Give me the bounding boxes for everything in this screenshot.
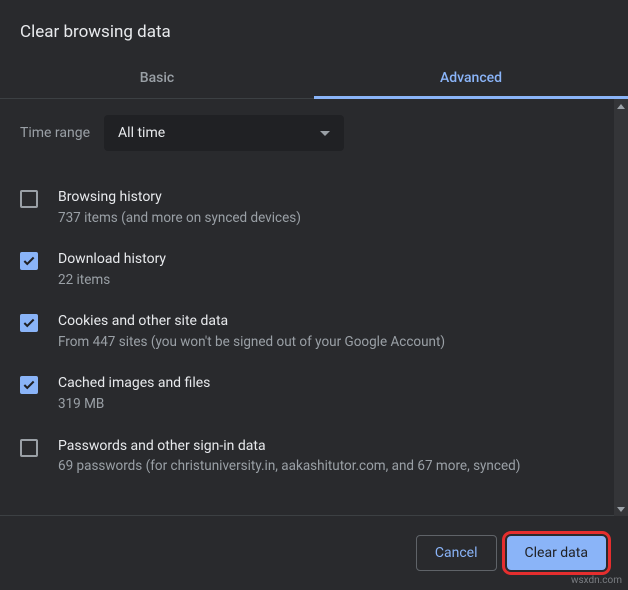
- item-body: Cookies and other site dataFrom 447 site…: [58, 312, 445, 352]
- checkbox[interactable]: [20, 190, 38, 208]
- checkbox[interactable]: [20, 376, 38, 394]
- item-body: Passwords and other sign-in data69 passw…: [58, 437, 520, 477]
- options-scroll-area: Time range All time Browsing history737 …: [0, 99, 614, 516]
- item-subtitle: 69 passwords (for christuniversity.in, a…: [58, 457, 520, 477]
- time-range-row: Time range All time: [20, 115, 602, 151]
- item-body: Cached images and files319 MB: [58, 374, 210, 414]
- time-range-label: Time range: [20, 125, 90, 141]
- tab-advanced[interactable]: Advanced: [314, 56, 628, 98]
- checkbox[interactable]: [20, 314, 38, 332]
- cancel-button[interactable]: Cancel: [416, 535, 497, 571]
- item-subtitle: 22 items: [58, 271, 166, 291]
- clear-data-button[interactable]: Clear data: [507, 536, 606, 570]
- scrollbar[interactable]: [614, 99, 628, 516]
- watermark: wsxdn.com: [571, 575, 622, 586]
- item-subtitle: 737 items (and more on synced devices): [58, 209, 301, 229]
- item-title: Cached images and files: [58, 374, 210, 394]
- tab-bar: Basic Advanced: [0, 56, 628, 99]
- item-title: Cookies and other site data: [58, 312, 445, 332]
- checkbox[interactable]: [20, 439, 38, 457]
- item-title: Download history: [58, 250, 166, 270]
- list-item: Download history22 items: [20, 239, 602, 301]
- item-body: Download history22 items: [58, 250, 166, 290]
- scroll-down-icon[interactable]: [614, 502, 628, 516]
- item-title: Browsing history: [58, 188, 301, 208]
- list-item: Passwords and other sign-in data69 passw…: [20, 426, 602, 488]
- item-subtitle: 319 MB: [58, 395, 210, 415]
- chevron-down-icon: [320, 131, 330, 136]
- item-body: Browsing history737 items (and more on s…: [58, 188, 301, 228]
- item-title: Passwords and other sign-in data: [58, 437, 520, 457]
- tab-basic[interactable]: Basic: [0, 56, 314, 98]
- clear-browsing-data-dialog: Clear browsing data Basic Advanced Time …: [0, 0, 628, 590]
- item-subtitle: From 447 sites (you won't be signed out …: [58, 333, 445, 353]
- checkbox[interactable]: [20, 252, 38, 270]
- scroll-up-icon[interactable]: [614, 99, 628, 113]
- dialog-title: Clear browsing data: [0, 0, 628, 56]
- list-item: Cached images and files319 MB: [20, 363, 602, 425]
- dialog-footer: Cancel Clear data: [0, 516, 628, 590]
- list-item: Cookies and other site dataFrom 447 site…: [20, 301, 602, 363]
- time-range-select[interactable]: All time: [104, 115, 344, 151]
- time-range-value: All time: [118, 125, 165, 141]
- list-item: Browsing history737 items (and more on s…: [20, 177, 602, 239]
